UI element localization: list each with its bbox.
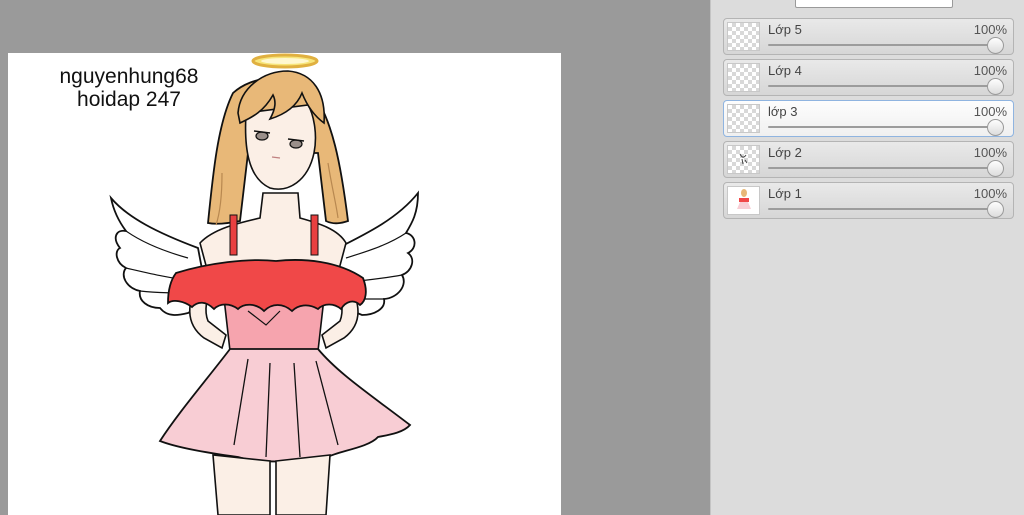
left-strap [229, 214, 238, 256]
halo-inner [261, 58, 309, 64]
opacity-slider-track[interactable] [768, 126, 1000, 128]
right-strap [310, 214, 319, 256]
layer-thumbnail [727, 145, 760, 174]
layer-item-3[interactable]: lớp 3 100% [723, 100, 1014, 137]
layer-item-5[interactable]: Lớp 5 100% [723, 18, 1014, 55]
layer-opacity: 100% [973, 145, 1007, 160]
watermark-line2: hoidap 247 [77, 88, 181, 111]
opacity-slider-knob[interactable] [987, 78, 1004, 95]
layer-name: lớp 3 [768, 104, 798, 119]
opacity-slider-knob[interactable] [987, 201, 1004, 218]
layer-thumbnail [727, 63, 760, 92]
left-leg [212, 454, 271, 515]
ruffle-top [167, 259, 367, 313]
layer-name: Lớp 5 [768, 22, 802, 37]
face [244, 104, 317, 190]
layer-thumbnail [727, 22, 760, 51]
opacity-slider-track[interactable] [768, 208, 1000, 210]
layer-opacity: 100% [973, 104, 1007, 119]
layer-item-2[interactable]: Lớp 2 100% [723, 141, 1014, 178]
opacity-slider-knob[interactable] [987, 119, 1004, 136]
layer-name: Lớp 1 [768, 186, 802, 201]
drawing-canvas[interactable]: nguyenhung68 hoidap 247 [8, 53, 561, 515]
layer-list: Lớp 5 100% Lớp 4 100% lớp 3 100% Lớp 2 1… [723, 18, 1014, 223]
opacity-slider-track[interactable] [768, 85, 1000, 87]
opacity-slider-knob[interactable] [987, 37, 1004, 54]
watermark-line1: nguyenhung68 [59, 65, 199, 88]
right-leg [275, 454, 331, 515]
layer-opacity: 100% [973, 22, 1007, 37]
layer-opacity: 100% [973, 186, 1007, 201]
layer-thumbnail [727, 186, 760, 215]
layer-name: Lớp 2 [768, 145, 802, 160]
opacity-slider-knob[interactable] [987, 160, 1004, 177]
layer-thumbnail [727, 104, 760, 133]
angel-girl-drawing [109, 53, 419, 515]
layer-item-4[interactable]: Lớp 4 100% [723, 59, 1014, 96]
layer-opacity: 100% [973, 63, 1007, 78]
panel-top-field[interactable] [795, 0, 953, 8]
layers-panel: Lớp 5 100% Lớp 4 100% lớp 3 100% Lớp 2 1… [710, 0, 1024, 515]
watermark: nguyenhung68 hoidap 247 [34, 65, 224, 111]
skirt [158, 348, 412, 463]
opacity-slider-track[interactable] [768, 44, 1000, 46]
layer-name: Lớp 4 [768, 63, 802, 78]
workspace: nguyenhung68 hoidap 247 [0, 0, 710, 515]
opacity-slider-track[interactable] [768, 167, 1000, 169]
layer-item-1[interactable]: Lớp 1 100% [723, 182, 1014, 219]
